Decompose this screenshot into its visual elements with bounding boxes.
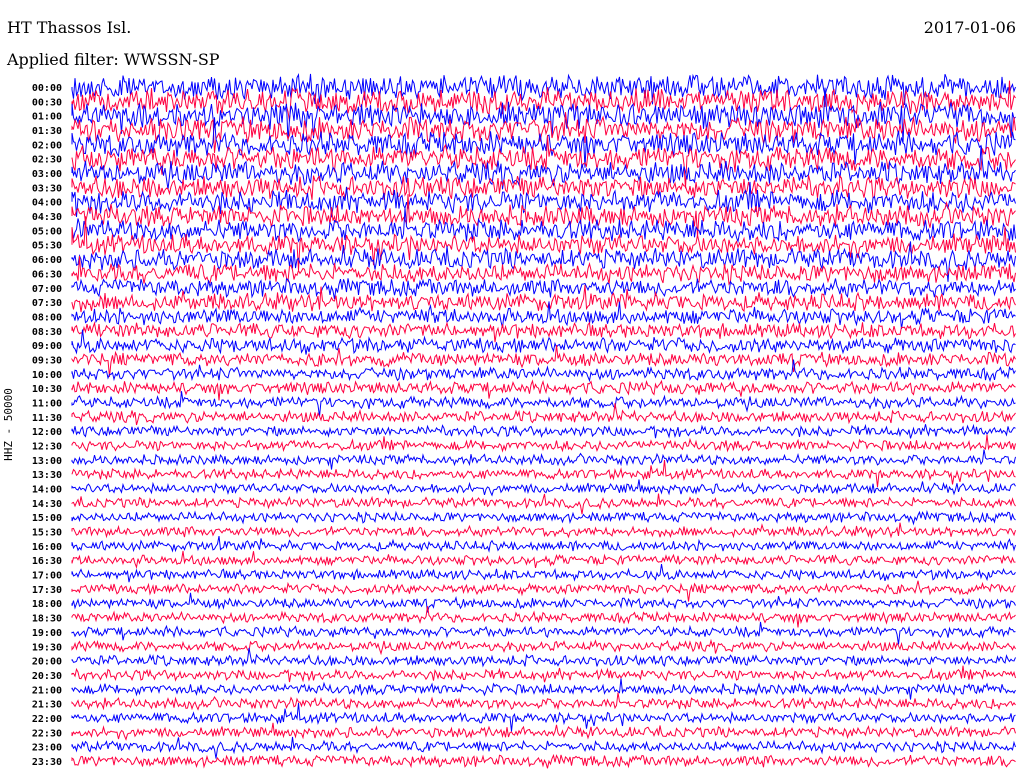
row-time-label: 20:00 — [32, 657, 62, 668]
trace-1930 — [71, 638, 1016, 656]
trace-1330 — [71, 459, 1016, 487]
trace-1100 — [71, 391, 1016, 417]
row-time-label: 03:00 — [32, 169, 62, 180]
row-time-label: 19:00 — [32, 628, 62, 639]
helicorder-plot: 00:00 00:30 01:00 01:30 02:00 02:30 03:00 03:30… — [32, 73, 1016, 769]
row-time-label: 19:30 — [32, 642, 62, 653]
row-time-label: 08:00 — [32, 312, 62, 323]
row-time-label: 11:30 — [32, 413, 62, 424]
row-time-label: 18:00 — [32, 599, 62, 610]
row-time-label: 20:30 — [32, 671, 62, 682]
trace-1700 — [71, 564, 1016, 583]
trace-1030 — [71, 379, 1016, 401]
row-time-label: 10:30 — [32, 384, 62, 395]
row-time-label: 06:30 — [32, 269, 62, 280]
trace-1630 — [71, 550, 1016, 570]
row-time-label: 16:30 — [32, 556, 62, 567]
trace-2100 — [71, 678, 1016, 700]
row-time-label: 18:30 — [32, 614, 62, 625]
trace-2230 — [71, 722, 1016, 741]
row-time-label: 02:00 — [32, 140, 62, 151]
trace-1300 — [71, 449, 1016, 470]
trace-1530 — [71, 522, 1016, 539]
trace-2000 — [71, 647, 1016, 668]
row-time-label: 14:00 — [32, 485, 62, 496]
trace-1900 — [71, 621, 1016, 645]
row-time-label: 17:30 — [32, 585, 62, 596]
trace-1430 — [71, 493, 1016, 515]
trace-2330 — [71, 753, 1016, 769]
row-time-label: 22:00 — [32, 714, 62, 725]
trace-2200 — [71, 702, 1016, 732]
row-time-label: 17:00 — [32, 571, 62, 582]
row-time-label: 14:30 — [32, 499, 62, 510]
row-time-label: 03:30 — [32, 183, 62, 194]
row-time-label: 04:30 — [32, 212, 62, 223]
row-time-label: 10:00 — [32, 370, 62, 381]
row-time-label: 15:00 — [32, 513, 62, 524]
trace-1230 — [71, 434, 1016, 453]
trace-1130 — [71, 403, 1016, 426]
row-time-label: 16:00 — [32, 542, 62, 553]
row-time-label: 04:00 — [32, 198, 62, 209]
row-time-label: 11:00 — [32, 398, 62, 409]
row-time-label: 02:30 — [32, 155, 62, 166]
row-time-label: 12:30 — [32, 442, 62, 453]
row-time-label: 07:30 — [32, 298, 62, 309]
row-time-label: 13:30 — [32, 470, 62, 481]
trace-2030 — [71, 665, 1016, 683]
row-time-label: 09:30 — [32, 355, 62, 366]
row-time-label: 21:00 — [32, 685, 62, 696]
row-time-label: 15:30 — [32, 528, 62, 539]
row-time-label: 00:30 — [32, 97, 62, 108]
row-time-label: 12:00 — [32, 427, 62, 438]
row-time-label: 05:00 — [32, 226, 62, 237]
row-time-label: 23:00 — [32, 743, 62, 754]
row-time-label: 00:00 — [32, 83, 62, 94]
row-time-label: 21:30 — [32, 700, 62, 711]
trace-1830 — [71, 606, 1016, 628]
row-time-label: 09:00 — [32, 341, 62, 352]
trace-0930 — [71, 344, 1016, 377]
trace-1500 — [71, 509, 1016, 526]
row-time-label: 01:30 — [32, 126, 62, 137]
trace-2130 — [71, 692, 1016, 711]
row-time-label: 13:00 — [32, 456, 62, 467]
trace-1400 — [71, 479, 1016, 497]
row-time-label: 23:30 — [32, 757, 62, 768]
row-time-label: 06:00 — [32, 255, 62, 266]
trace-0330 — [71, 174, 1016, 200]
row-time-label: 07:00 — [32, 284, 62, 295]
trace-2300 — [71, 736, 1016, 759]
row-time-label: 08:30 — [32, 327, 62, 338]
row-time-label: 05:30 — [32, 241, 62, 252]
row-time-label: 22:30 — [32, 728, 62, 739]
trace-1200 — [71, 423, 1016, 439]
row-time-label: 01:00 — [32, 112, 62, 123]
trace-1730 — [71, 580, 1016, 602]
trace-1800 — [71, 592, 1016, 613]
trace-1600 — [71, 536, 1016, 553]
